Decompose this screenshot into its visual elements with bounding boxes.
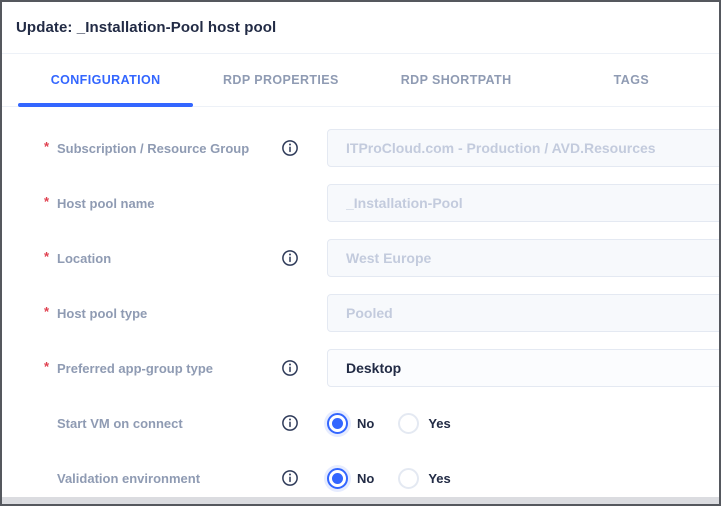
- subscription-resource-group-input: [327, 129, 721, 167]
- info-icon[interactable]: [281, 469, 299, 487]
- field-label-text: Location: [57, 251, 111, 266]
- info-icon[interactable]: [281, 139, 299, 157]
- location-input: [327, 239, 721, 277]
- horizontal-scrollbar[interactable]: [2, 497, 719, 504]
- update-host-pool-dialog: Update: _Installation-Pool host pool CON…: [0, 0, 721, 506]
- radio-circle: [327, 413, 348, 434]
- tab-rdp-properties[interactable]: RDP PROPERTIES: [193, 54, 368, 106]
- field-row-location: * Location: [44, 239, 719, 277]
- field-label-text: Host pool type: [57, 306, 147, 321]
- info-icon[interactable]: [281, 414, 299, 432]
- tab-rdp-shortpath-label: RDP SHORTPATH: [401, 73, 512, 87]
- field-label-text: Start VM on connect: [57, 416, 183, 431]
- radio-circle: [398, 468, 419, 489]
- required-marker: *: [44, 359, 57, 374]
- required-marker: *: [44, 249, 57, 264]
- host-pool-name-input: [327, 184, 721, 222]
- radio-circle: [398, 413, 419, 434]
- configuration-form: * Subscription / Resource Group * Host p…: [2, 107, 719, 497]
- info-icon[interactable]: [281, 359, 299, 377]
- field-label: Validation environment: [44, 471, 281, 486]
- start-vm-on-connect-radio-yes[interactable]: Yes: [398, 413, 450, 434]
- field-label: Start VM on connect: [44, 416, 281, 431]
- radio-label: Yes: [428, 471, 450, 486]
- field-label-text: Subscription / Resource Group: [57, 141, 249, 156]
- info-icon[interactable]: [281, 249, 299, 267]
- preferred-app-group-type-input[interactable]: [327, 349, 721, 387]
- radio-label: Yes: [428, 416, 450, 431]
- field-label: * Host pool name: [44, 196, 281, 211]
- tab-bar: CONFIGURATION RDP PROPERTIES RDP SHORTPA…: [2, 54, 719, 107]
- validation-environment-radio-yes[interactable]: Yes: [398, 468, 450, 489]
- radio-label: No: [357, 471, 374, 486]
- tab-tags-label: TAGS: [614, 73, 649, 87]
- validation-environment-radio-group: No Yes: [327, 468, 475, 489]
- tab-configuration[interactable]: CONFIGURATION: [18, 54, 193, 106]
- radio-label: No: [357, 416, 374, 431]
- field-row-subscription-resource-group: * Subscription / Resource Group: [44, 129, 719, 167]
- tab-rdp-shortpath[interactable]: RDP SHORTPATH: [369, 54, 544, 106]
- validation-environment-radio-no[interactable]: No: [327, 468, 374, 489]
- field-row-host-pool-type: * Host pool type: [44, 294, 719, 332]
- start-vm-on-connect-radio-no[interactable]: No: [327, 413, 374, 434]
- field-row-preferred-app-group-type: * Preferred app-group type: [44, 349, 719, 387]
- field-label: * Location: [44, 251, 281, 266]
- field-label-text: Host pool name: [57, 196, 155, 211]
- start-vm-on-connect-radio-group: No Yes: [327, 413, 475, 434]
- tab-tags[interactable]: TAGS: [544, 54, 719, 106]
- tab-rdp-properties-label: RDP PROPERTIES: [223, 73, 339, 87]
- tab-configuration-label: CONFIGURATION: [51, 73, 161, 87]
- host-pool-type-input: [327, 294, 721, 332]
- dialog-titlebar: Update: _Installation-Pool host pool: [2, 2, 719, 54]
- field-label-text: Preferred app-group type: [57, 361, 213, 376]
- field-label: * Subscription / Resource Group: [44, 141, 281, 156]
- required-marker: *: [44, 139, 57, 154]
- field-row-validation-environment: Validation environment No Yes: [44, 459, 719, 497]
- field-label-text: Validation environment: [57, 471, 200, 486]
- field-row-host-pool-name: * Host pool name: [44, 184, 719, 222]
- required-marker: *: [44, 194, 57, 209]
- field-row-start-vm-on-connect: Start VM on connect No Yes: [44, 404, 719, 442]
- field-label: * Host pool type: [44, 306, 281, 321]
- field-label: * Preferred app-group type: [44, 361, 281, 376]
- active-tab-underline: [18, 103, 193, 107]
- radio-circle: [327, 468, 348, 489]
- required-marker: *: [44, 304, 57, 319]
- dialog-title: Update: _Installation-Pool host pool: [16, 19, 276, 36]
